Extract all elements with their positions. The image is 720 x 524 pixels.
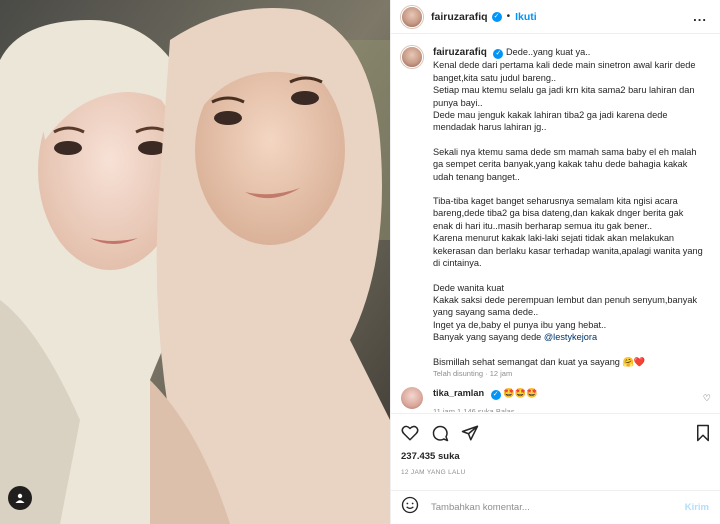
- caption-line: Inget ya de,baby el punya ibu yang hebat…: [433, 319, 607, 330]
- caption-closing: Bismillah sehat semangat dan kuat ya say…: [433, 356, 646, 367]
- verified-icon: ✓: [490, 390, 501, 400]
- comment-input[interactable]: [431, 502, 685, 513]
- caption-area[interactable]: fairuzarafiq ✓ Dede..yang kuat ya.. Kena…: [391, 34, 720, 382]
- caption-line: Dede wanita kuat: [433, 282, 504, 293]
- more-icon[interactable]: ...: [693, 9, 707, 24]
- action-bar: [391, 413, 720, 453]
- comment-like-icon[interactable]: ♡: [703, 393, 711, 404]
- comment-text: 🤩🤩🤩: [503, 388, 538, 398]
- post-header: fairuzarafiq ✓ • Ikuti ...: [391, 0, 720, 34]
- comment-glyph: [432, 425, 449, 442]
- comment-icon[interactable]: [431, 424, 449, 442]
- bookmark-glyph: [697, 424, 709, 442]
- caption: fairuzarafiq ✓ Dede..yang kuat ya.. Kena…: [401, 46, 709, 380]
- share-glyph: [461, 425, 479, 441]
- caption-avatar[interactable]: [401, 46, 423, 68]
- caption-line: Setiap mau ktemu selalu ga jadi krn kita…: [433, 85, 695, 108]
- caption-line: Tiba-tiba kaget banget seharusnya semala…: [433, 196, 684, 231]
- avatar[interactable]: [401, 5, 423, 28]
- photo-illustration: [0, 0, 390, 524]
- comment-meta: 11 jam 1.146 suka Balas: [433, 407, 515, 412]
- like-count[interactable]: 237.435 suka: [401, 451, 460, 462]
- caption-line: Kenal dede dari pertama kali dede main s…: [433, 60, 696, 83]
- caption-line: Dede mau jenguk kakak lahiran tiba2 ga j…: [433, 110, 668, 133]
- comment-box: Kirim: [391, 490, 720, 524]
- comment-username[interactable]: tika_ramlan: [433, 388, 484, 398]
- post-comment-button[interactable]: Kirim: [685, 502, 709, 513]
- share-icon[interactable]: [461, 424, 479, 442]
- heart-icon[interactable]: [401, 424, 419, 442]
- mention-link[interactable]: @lestykejora: [544, 332, 597, 342]
- caption-username[interactable]: fairuzarafiq: [433, 47, 487, 58]
- comment-avatar[interactable]: [401, 387, 423, 409]
- follow-button[interactable]: Ikuti: [515, 11, 537, 23]
- post-time[interactable]: 12 JAM YANG LALU: [401, 469, 466, 476]
- comment-item: tika_ramlan ✓ 🤩🤩🤩 11 jam 1.146 suka Bala…: [401, 387, 711, 412]
- tag-user-glyph: [15, 493, 25, 503]
- caption-body: fairuzarafiq ✓ Dede..yang kuat ya.. Kena…: [433, 46, 703, 380]
- separator-dot: •: [506, 11, 511, 22]
- verified-icon: ✓: [493, 49, 504, 59]
- header-username[interactable]: fairuzarafiq: [431, 11, 488, 23]
- post-photo[interactable]: [0, 0, 390, 524]
- action-icons: [401, 424, 479, 442]
- caption-line: Sekali nya ktemu sama dede sm mamah sama…: [433, 146, 697, 182]
- tag-user-icon[interactable]: [8, 486, 32, 510]
- verified-icon: ✓: [491, 11, 502, 22]
- emoji-glyph: [401, 496, 419, 514]
- caption-line: Dede..yang kuat ya..: [506, 47, 591, 57]
- heart-glyph: [401, 425, 419, 441]
- emoji-icon[interactable]: [401, 496, 419, 519]
- edited-label: Telah disunting · 12 jam: [433, 368, 513, 378]
- caption-line: Kakak saksi dede perempuan lembut dan pe…: [433, 294, 698, 318]
- post-panel: fairuzarafiq ✓ • Ikuti ... fairuzarafiq …: [390, 0, 720, 524]
- caption-line: Karena menurut kakak laki-laki sejati ti…: [433, 233, 703, 269]
- bookmark-icon[interactable]: [695, 424, 711, 442]
- caption-line: Banyak yang sayang dede: [433, 332, 544, 343]
- comment-body: tika_ramlan ✓ 🤩🤩🤩 11 jam 1.146 suka Bala…: [433, 387, 538, 412]
